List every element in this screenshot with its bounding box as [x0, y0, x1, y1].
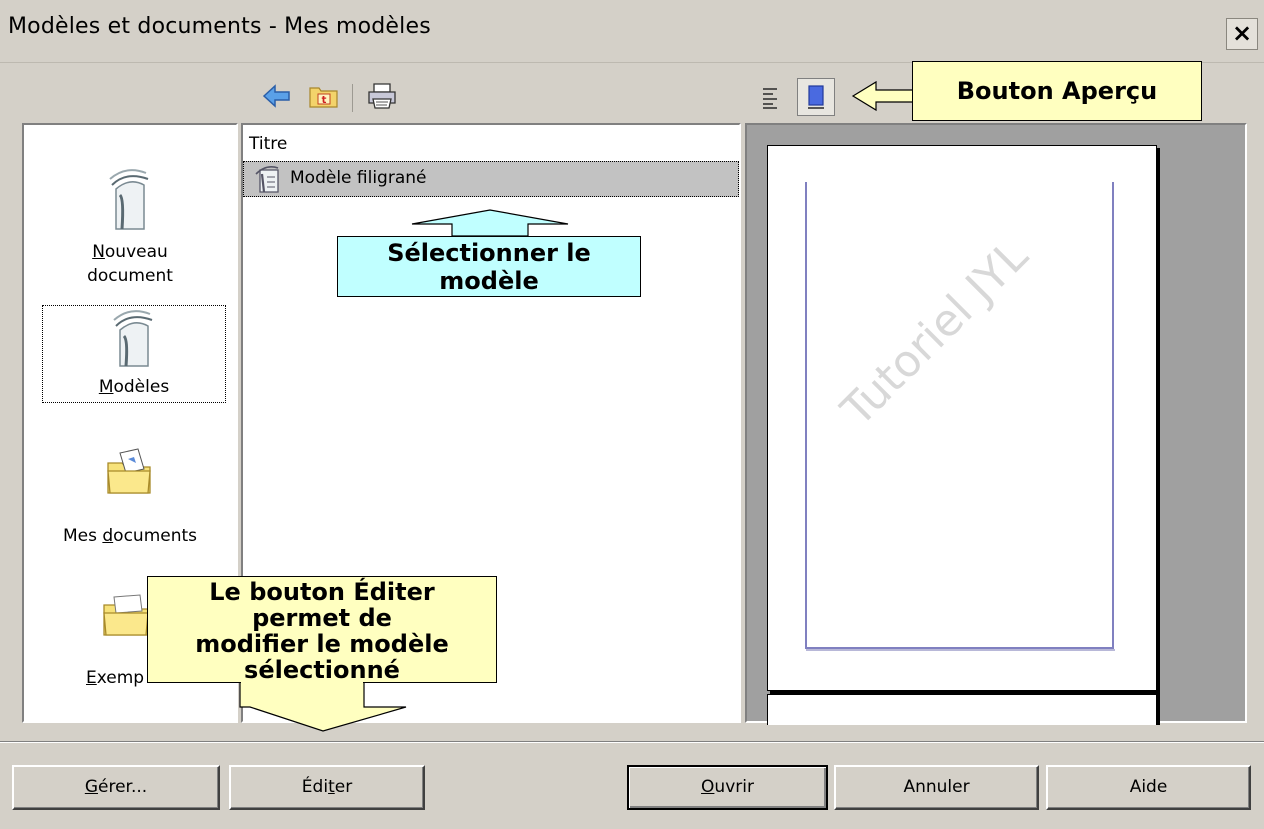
list-item-selected[interactable]: Modèle filigrané — [243, 161, 739, 197]
column-header-title[interactable]: Titre — [243, 133, 739, 157]
print-button[interactable] — [364, 78, 400, 114]
preview-button[interactable] — [797, 78, 835, 116]
edit-button[interactable]: Éditer — [229, 765, 425, 810]
folder-up-icon: t — [309, 87, 338, 108]
callout-select-arrow — [411, 209, 569, 237]
toolbar-separator — [352, 84, 353, 112]
help-button[interactable]: Aide — [1046, 765, 1251, 810]
nav-item-my-documents[interactable]: Mes documents — [24, 447, 236, 548]
callout-select-template: Sélectionner le modèle — [337, 236, 641, 297]
nav-item-new-document[interactable]: Nouveau document — [24, 165, 236, 288]
window-title: Modèles et documents - Mes modèles — [8, 14, 431, 39]
svg-text:t: t — [322, 95, 327, 106]
manage-button[interactable]: Gérer... — [12, 765, 220, 810]
callout-edit-button: Le bouton Éditer permet de modifier le m… — [147, 576, 497, 683]
new-document-icon — [109, 169, 149, 230]
printer-icon — [368, 83, 396, 109]
template-file-icon — [255, 166, 279, 193]
callout-apercu-arrow — [851, 80, 917, 112]
divider-highlight — [0, 742, 1264, 743]
open-button[interactable]: Ouvrir — [627, 765, 828, 810]
cancel-button[interactable]: Annuler — [834, 765, 1039, 810]
preview-icon — [808, 85, 824, 109]
folder-up-button[interactable]: t — [306, 78, 342, 114]
samples-folder-icon — [103, 594, 149, 636]
document-properties-button[interactable] — [752, 80, 788, 116]
nav-item-templates[interactable]: Modèles — [42, 305, 226, 403]
preview-page — [767, 145, 1157, 691]
my-documents-folder-icon — [107, 448, 151, 494]
callout-edit-arrow — [239, 681, 407, 732]
preview-page-next — [767, 694, 1157, 725]
back-arrow-icon — [262, 84, 290, 108]
back-button[interactable] — [259, 78, 295, 114]
templates-icon — [113, 310, 153, 367]
document-properties-icon — [763, 88, 777, 109]
close-button[interactable]: × — [1226, 18, 1258, 50]
callout-preview-button: Bouton Aperçu — [912, 61, 1202, 121]
close-icon: × — [1231, 19, 1253, 47]
